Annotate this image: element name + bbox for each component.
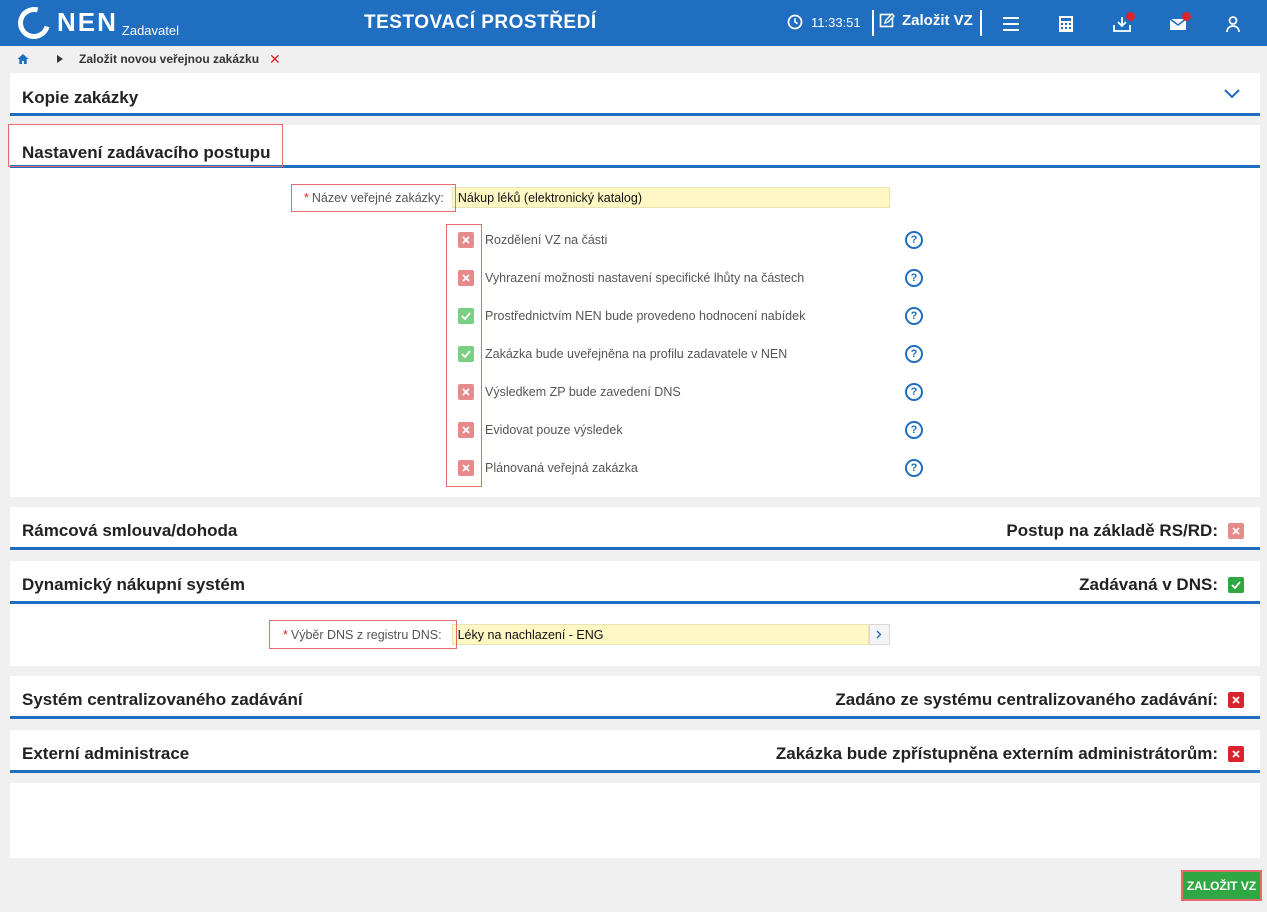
highlight-box bbox=[8, 124, 283, 167]
central-panel: Systém centralizovaného zadávání Zadáno … bbox=[10, 676, 1260, 719]
option-label: Vyhrazení možnosti nastavení specifické … bbox=[485, 271, 805, 285]
separator bbox=[980, 10, 982, 36]
menu-icon[interactable] bbox=[1000, 13, 1022, 35]
external-panel-title: Externí administrace bbox=[22, 744, 190, 763]
x-icon[interactable] bbox=[1228, 746, 1244, 762]
option-label: Zakázka bude uveřejněna na profilu zadav… bbox=[485, 347, 788, 361]
edit-icon bbox=[879, 13, 895, 28]
option-row: Výsledkem ZP bude zavedení DNS bbox=[458, 384, 681, 400]
logo-text: NEN bbox=[57, 7, 118, 37]
option-row: Plánovaná veřejná zakázka bbox=[458, 460, 638, 476]
framework-panel: Rámcová smlouva/dohoda Postup na základě… bbox=[10, 507, 1260, 550]
clock-icon bbox=[787, 14, 803, 30]
framework-toggle[interactable]: Postup na základě RS/RD: bbox=[1006, 521, 1244, 541]
chevron-down-icon[interactable] bbox=[1224, 89, 1240, 99]
help-icon[interactable]: ? bbox=[905, 383, 923, 401]
help-icon[interactable]: ? bbox=[905, 459, 923, 477]
dns-toggle[interactable]: Zadávaná v DNS: bbox=[1079, 575, 1244, 595]
highlight-box bbox=[269, 620, 457, 649]
notification-dot bbox=[1182, 12, 1191, 21]
central-panel-title: Systém centralizovaného zadávání bbox=[22, 690, 303, 709]
close-icon[interactable]: ✕ bbox=[269, 51, 281, 68]
option-label: Výsledkem ZP bude zavedení DNS bbox=[485, 385, 681, 399]
option-label: Prostřednictvím NEN bude provedeno hodno… bbox=[485, 309, 806, 323]
option-row: Prostřednictvím NEN bude provedeno hodno… bbox=[458, 308, 805, 324]
dns-panel-title: Dynamický nákupní systém bbox=[22, 575, 245, 594]
external-toggle[interactable]: Zakázka bude zpřístupněna externím admin… bbox=[776, 744, 1244, 764]
top-bar: NEN Zadavatel TESTOVACÍ PROSTŘEDÍ 11:33:… bbox=[0, 0, 1267, 46]
separator bbox=[872, 10, 874, 36]
central-panel-header: Systém centralizovaného zadávání Zadáno … bbox=[10, 676, 1260, 719]
copy-panel: Kopie zakázky bbox=[10, 73, 1260, 116]
dns-toggle-label: Zadávaná v DNS: bbox=[1079, 575, 1218, 594]
framework-toggle-label: Postup na základě RS/RD: bbox=[1006, 521, 1218, 540]
help-icon[interactable]: ? bbox=[905, 231, 923, 249]
external-toggle-label: Zakázka bude zpřístupněna externím admin… bbox=[775, 744, 1218, 763]
dns-panel-header: Dynamický nákupní systém Zadávaná v DNS: bbox=[10, 561, 1260, 604]
framework-panel-title: Rámcová smlouva/dohoda bbox=[22, 521, 238, 540]
breadcrumb-current[interactable]: Založit novou veřejnou zakázku bbox=[79, 52, 259, 66]
user-icon[interactable] bbox=[1222, 13, 1244, 35]
highlight-box bbox=[446, 224, 482, 487]
create-vz-label: Založit VZ bbox=[902, 12, 973, 29]
dns-select-button[interactable] bbox=[868, 624, 890, 645]
logo-subtitle: Zadavatel bbox=[121, 23, 179, 38]
copy-panel-title: Kopie zakázky bbox=[22, 88, 139, 107]
nen-logo[interactable]: NEN Zadavatel bbox=[12, 1, 179, 45]
help-icon[interactable]: ? bbox=[905, 307, 923, 325]
external-panel-header: Externí administrace Zakázka bude zpříst… bbox=[10, 730, 1260, 773]
home-icon[interactable] bbox=[17, 53, 29, 65]
chevron-right-icon bbox=[57, 55, 63, 63]
create-vz-button[interactable]: Založit VZ bbox=[879, 12, 973, 29]
central-toggle-label: Zadáno ze systému centralizovaného zadáv… bbox=[835, 690, 1218, 709]
option-row: Zakázka bude uveřejněna na profilu zadav… bbox=[458, 346, 787, 362]
clock-time: 11:33:51 bbox=[811, 14, 861, 30]
copy-panel-header[interactable]: Kopie zakázky bbox=[10, 73, 1260, 116]
option-label: Plánovaná veřejná zakázka bbox=[485, 461, 638, 475]
environment-title: TESTOVACÍ PROSTŘEDÍ bbox=[364, 12, 597, 33]
dns-panel: Dynamický nákupní systém Zadávaná v DNS: bbox=[10, 561, 1260, 666]
framework-panel-header: Rámcová smlouva/dohoda Postup na základě… bbox=[10, 507, 1260, 550]
session-clock: 11:33:51 bbox=[787, 14, 861, 30]
highlight-box bbox=[291, 184, 456, 212]
central-toggle[interactable]: Zadáno ze systému centralizovaného zadáv… bbox=[835, 690, 1244, 710]
help-icon[interactable]: ? bbox=[905, 269, 923, 287]
logo-ring-icon bbox=[12, 1, 56, 45]
empty-panel bbox=[10, 783, 1260, 858]
breadcrumb: Založit novou veřejnou zakázku ✕ bbox=[0, 48, 1267, 70]
chevron-right-icon bbox=[876, 630, 882, 639]
external-panel: Externí administrace Zakázka bude zpříst… bbox=[10, 730, 1260, 773]
create-vz-submit-button[interactable]: ZALOŽIT VZ bbox=[1181, 870, 1262, 901]
option-row: Vyhrazení možnosti nastavení specifické … bbox=[458, 270, 804, 286]
calculator-icon[interactable] bbox=[1055, 13, 1077, 35]
notification-dot bbox=[1126, 12, 1135, 21]
option-label: Evidovat pouze výsledek bbox=[485, 423, 623, 437]
option-row: Evidovat pouze výsledek bbox=[458, 422, 623, 438]
option-label: Rozdělení VZ na části bbox=[485, 233, 608, 247]
help-icon[interactable]: ? bbox=[905, 345, 923, 363]
x-icon[interactable] bbox=[1228, 692, 1244, 708]
x-icon[interactable] bbox=[1228, 523, 1244, 539]
check-icon[interactable] bbox=[1228, 577, 1244, 593]
name-input[interactable]: Nákup léků (elektronický katalog) bbox=[451, 187, 890, 208]
help-icon[interactable]: ? bbox=[905, 421, 923, 439]
dns-select-input[interactable]: Léky na nachlazení - ENG bbox=[451, 624, 869, 645]
